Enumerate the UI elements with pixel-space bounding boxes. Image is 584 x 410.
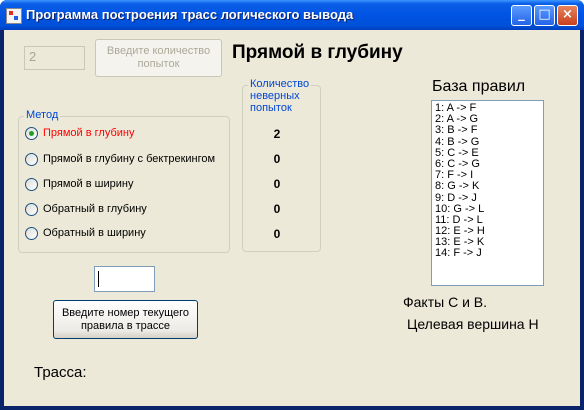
enter-rule-number-button-label-1: Введите номер текущего [61, 306, 190, 319]
failed-count-backward-breadth: 0 [273, 227, 281, 241]
title-bar[interactable]: Программа построения трасс логического в… [0, 0, 584, 30]
radio-forward-breadth-label[interactable]: Прямой в ширину [43, 178, 133, 190]
enter-attempts-button-label-2: попыток [137, 58, 180, 70]
enter-rule-number-button[interactable]: Введите номер текущего правила в трассе [53, 300, 198, 339]
goal-text: Целевая вершина H [407, 316, 539, 332]
rule-list-item[interactable]: 14: F -> J [432, 248, 543, 259]
rules-heading: База правил [432, 78, 526, 95]
radio-forward-depth-backtracking[interactable] [25, 153, 38, 166]
text-caret [98, 271, 99, 287]
window-title: Программа построения трасс логического в… [26, 7, 354, 22]
rule-list-item[interactable]: 8: G -> K [432, 181, 543, 192]
main-window: Программа построения трасс логического в… [0, 0, 584, 410]
rule-number-input[interactable] [94, 266, 155, 292]
client-area: 2 Введите количество попыток Прямой в гл… [4, 30, 580, 406]
radio-backward-breadth[interactable] [25, 227, 38, 240]
rule-list-item[interactable]: 3: B -> F [432, 125, 543, 136]
failed-count-forward-depth: 2 [273, 127, 281, 141]
minimize-button[interactable]: _ [511, 5, 532, 26]
failed-attempts-legend-line-3: попыток [250, 102, 292, 114]
failed-attempts-legend-line-1: Количество [250, 78, 310, 90]
radio-backward-breadth-label[interactable]: Обратный в ширину [43, 227, 146, 239]
failed-attempts-legend: Количество неверных попыток [248, 78, 312, 114]
enter-rule-number-button-label-2: правила в трассе [80, 319, 171, 332]
app-icon [6, 8, 22, 24]
radio-backward-depth-label[interactable]: Обратный в глубину [43, 203, 147, 215]
failed-attempts-legend-line-2: неверных [250, 90, 300, 102]
radio-forward-depth-label[interactable]: Прямой в глубину [43, 127, 134, 139]
radio-forward-breadth[interactable] [25, 178, 38, 191]
enter-attempts-button-label-1: Введите количество [106, 45, 211, 57]
attempts-input[interactable]: 2 [24, 46, 85, 70]
radio-forward-depth-backtracking-label[interactable]: Прямой в глубину с бектрекингом [43, 153, 215, 165]
rules-list: 1: A -> F 2: A -> G 3: B -> F 4: B -> G 5: C… [432, 102, 543, 260]
radio-backward-depth[interactable] [25, 203, 38, 216]
failed-count-forward-breadth: 0 [273, 177, 281, 191]
radio-forward-depth[interactable] [25, 127, 38, 140]
enter-attempts-button[interactable]: Введите количество попыток [95, 39, 222, 77]
failed-count-forward-depth-backtracking: 0 [273, 152, 281, 166]
facts-text: Факты C и B. [403, 294, 488, 310]
current-method-title: Прямой в глубину [232, 42, 403, 63]
maximize-button[interactable]: □ [534, 5, 555, 26]
method-group-legend: Метод [24, 109, 61, 121]
trace-label: Трасса: [34, 364, 87, 381]
close-button[interactable]: × [557, 5, 578, 26]
failed-count-backward-depth: 0 [273, 202, 281, 216]
rule-list-item[interactable]: 9: D -> J [432, 192, 543, 204]
rules-listbox[interactable]: 1: A -> F 2: A -> G 3: B -> F 4: B -> G 5: C… [431, 100, 544, 286]
